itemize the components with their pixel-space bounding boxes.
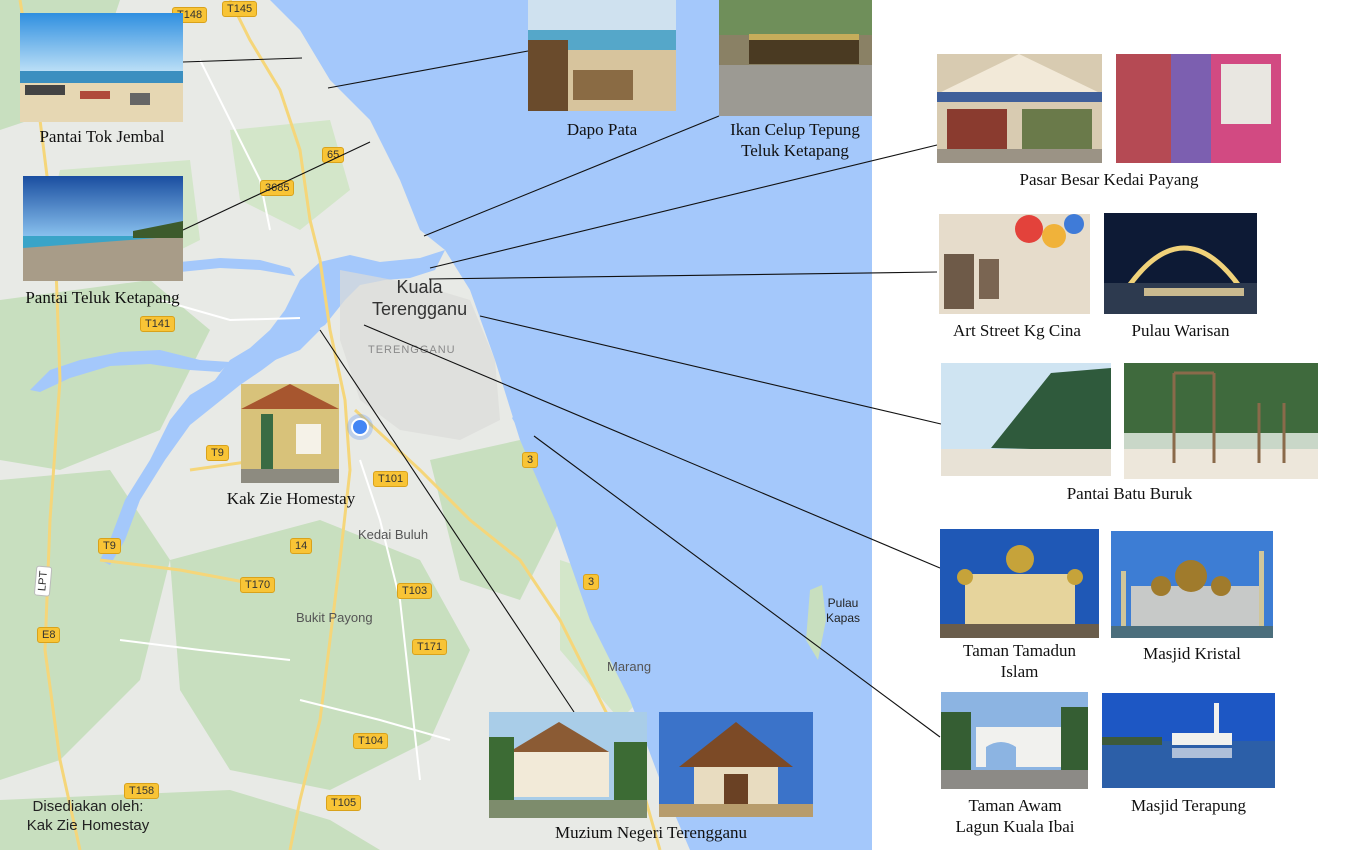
- caption-masjid-terapung: Masjid Terapung: [1130, 796, 1247, 815]
- caption-pulau-warisan: Pulau Warisan: [1131, 321, 1230, 340]
- road-badge: 3: [583, 574, 600, 590]
- photo-ikan-celup-tepung[interactable]: [719, 0, 872, 116]
- photo-pulau-warisan[interactable]: [1104, 213, 1257, 314]
- photo-batu-buruk-1[interactable]: [941, 363, 1111, 476]
- photo-muzium-1[interactable]: [489, 712, 647, 818]
- road-badge: LPT: [33, 565, 53, 597]
- town-label: Bukit Payong: [296, 610, 373, 625]
- caption-masjid-kristal: Masjid Kristal: [1143, 644, 1241, 663]
- caption-pasar-payang: Pasar Besar Kedai Payang: [1019, 170, 1199, 189]
- road-badge: T103: [397, 583, 433, 599]
- photo-taman-tamadun[interactable]: [940, 529, 1099, 638]
- photo-masjid-kristal[interactable]: [1111, 531, 1273, 638]
- caption-ikan-celup-tepung: Ikan Celup Tepung Teluk Ketapang: [730, 120, 860, 160]
- road-badge: T171: [412, 639, 448, 655]
- state-label: TERENGGANU: [368, 344, 456, 356]
- photo-pantai-teluk-ketapang[interactable]: [23, 176, 183, 281]
- caption-dapo-pata: Dapo Pata: [566, 120, 638, 139]
- caption-lagun-kuala-ibai: Taman Awam Lagun Kuala Ibai: [955, 796, 1075, 836]
- photo-art-street[interactable]: [939, 214, 1090, 314]
- road-badge: 65: [322, 147, 345, 163]
- road-badge: T101: [373, 471, 409, 487]
- town-label: Marang: [607, 659, 652, 674]
- photo-dapo-pata[interactable]: [528, 0, 676, 111]
- road-badge: T9: [98, 538, 121, 554]
- road-badge: 3685: [260, 180, 295, 196]
- road-badge: T105: [326, 795, 362, 811]
- location-pin-icon[interactable]: [351, 418, 369, 436]
- caption-pantai-teluk-ketapang: Pantai Teluk Ketapang: [25, 288, 180, 307]
- photo-kak-zie-homestay[interactable]: [241, 384, 339, 483]
- caption-pantai-tok-jembal: Pantai Tok Jembal: [39, 127, 165, 146]
- credit-label: Disediakan oleh: Kak Zie Homestay: [26, 798, 150, 834]
- city-label: Kuala Terengganu: [372, 277, 468, 319]
- road-badge: T9: [206, 445, 229, 461]
- town-label: Kedai Buluh: [358, 527, 429, 542]
- photo-batu-buruk-2[interactable]: [1124, 363, 1318, 479]
- island-label: Pulau Kapas: [826, 596, 861, 625]
- road-badge: T104: [353, 733, 389, 749]
- road-badge: T145: [222, 1, 258, 17]
- road-badge: E8: [37, 627, 61, 643]
- photo-muzium-2[interactable]: [659, 712, 813, 817]
- caption-kak-zie-homestay: Kak Zie Homestay: [226, 489, 356, 508]
- road-badge: 3: [522, 452, 539, 468]
- caption-art-street: Art Street Kg Cina: [953, 321, 1081, 340]
- caption-muzium: Muzium Negeri Terengganu: [554, 823, 748, 842]
- photo-lagun-kuala-ibai[interactable]: [941, 692, 1088, 789]
- photo-pasar-payang-1[interactable]: [937, 54, 1102, 163]
- road-badge: 14: [290, 538, 313, 554]
- photo-pantai-tok-jembal[interactable]: [20, 13, 183, 122]
- road-badge: T141: [140, 316, 176, 332]
- caption-taman-tamadun: Taman Tamadun Islam: [963, 641, 1076, 681]
- photo-pasar-payang-2[interactable]: [1116, 54, 1281, 163]
- caption-batu-buruk: Pantai Batu Buruk: [1066, 484, 1193, 503]
- road-badge: T170: [240, 577, 276, 593]
- photo-masjid-terapung[interactable]: [1102, 693, 1275, 788]
